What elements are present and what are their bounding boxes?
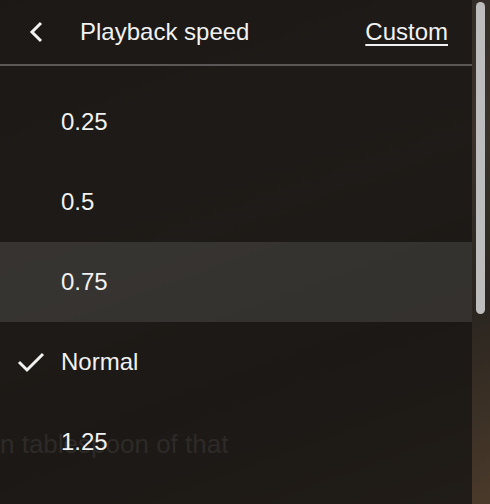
checkmark-icon — [17, 351, 45, 373]
speed-option[interactable]: 0.5 — [0, 162, 472, 242]
speed-option[interactable]: 1.25 — [0, 402, 472, 482]
check-slot — [0, 351, 61, 373]
speed-option[interactable]: Normal — [0, 322, 472, 402]
speed-label: Normal — [61, 348, 138, 376]
speed-label: 0.75 — [61, 268, 108, 296]
custom-link[interactable]: Custom — [365, 18, 448, 46]
scrollbar-thumb[interactable] — [476, 2, 485, 314]
speed-label: 1.25 — [61, 428, 108, 456]
speed-label: 0.5 — [61, 188, 94, 216]
menu-title: Playback speed — [76, 18, 337, 46]
speed-option[interactable]: 0.75 — [0, 242, 472, 322]
speed-option[interactable]: 0.25 — [0, 82, 472, 162]
speed-label: 0.25 — [61, 108, 108, 136]
menu-header: Playback speed Custom — [0, 0, 472, 66]
back-arrow-icon[interactable] — [26, 21, 48, 43]
playback-speed-menu: Playback speed Custom 0.25 0.5 0.75 Normal 1.2… — [0, 0, 472, 504]
